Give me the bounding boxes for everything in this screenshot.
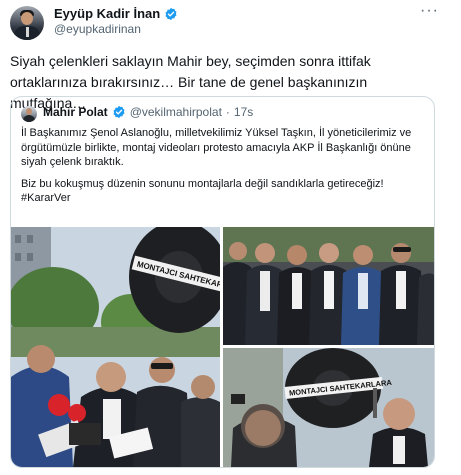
- author-display-name[interactable]: Eyyüp Kadir İnan: [54, 6, 160, 21]
- photo-wreath-press-statement-image: MONTAJCI SAHTEKARLARA: [11, 227, 220, 467]
- author-avatar[interactable]: [10, 6, 44, 40]
- quoted-avatar-head: [26, 108, 32, 115]
- photo-wreath-press-statement[interactable]: MONTAJCI SAHTEKARLARA: [11, 227, 220, 467]
- quoted-display-name[interactable]: Mahir Polat: [43, 105, 108, 119]
- tweet[interactable]: Eyyüp Kadir İnan @eyupkadirinan ··· Siya…: [0, 0, 461, 475]
- quoted-paragraph-2-text: Biz bu kokuşmuş düzenin sonunu montajlar…: [21, 177, 384, 190]
- quoted-paragraph-2: Biz bu kokuşmuş düzenin sonunu montajlar…: [21, 177, 426, 206]
- quoted-paragraph-1: İl Başkanımız Şenol Aslanoğlu, milletvek…: [21, 127, 412, 169]
- photo-group-standing[interactable]: [223, 227, 434, 345]
- photo-wreath-closeup[interactable]: MONTAJCI SAHTEKARLARA: [223, 348, 434, 467]
- avatar-tie: [26, 27, 29, 37]
- verified-badge-icon: [165, 7, 177, 20]
- quoted-tweet[interactable]: Mahir Polat @vekilmahirpolat · 17s İl Ba…: [10, 96, 435, 468]
- author-handle[interactable]: @eyupkadirinan: [54, 22, 141, 36]
- quoted-author-avatar[interactable]: [21, 106, 37, 122]
- quoted-media-grid[interactable]: MONTAJCI SAHTEKARLARA MONTAJCI SAHTEKARL…: [11, 227, 434, 467]
- quoted-timestamp[interactable]: 17s: [234, 105, 253, 119]
- quoted-text: İl Başkanımız Şenol Aslanoğlu, milletvek…: [21, 126, 426, 206]
- quoted-header: Mahir Polat @vekilmahirpolat · 17s: [43, 105, 253, 119]
- quoted-separator: ·: [225, 105, 230, 119]
- photo-wreath-closeup-image: MONTAJCI SAHTEKARLARA: [223, 348, 434, 467]
- more-options-icon[interactable]: ···: [420, 2, 439, 20]
- quoted-hashtag[interactable]: #KararVer: [21, 192, 71, 204]
- quoted-verified-badge-icon: [113, 105, 125, 119]
- photo-group-standing-image: [223, 227, 434, 345]
- author-name-row: Eyyüp Kadir İnan: [54, 6, 178, 21]
- quoted-avatar-body: [23, 115, 35, 122]
- avatar-head: [21, 12, 33, 25]
- quoted-handle[interactable]: @vekilmahirpolat: [130, 105, 222, 119]
